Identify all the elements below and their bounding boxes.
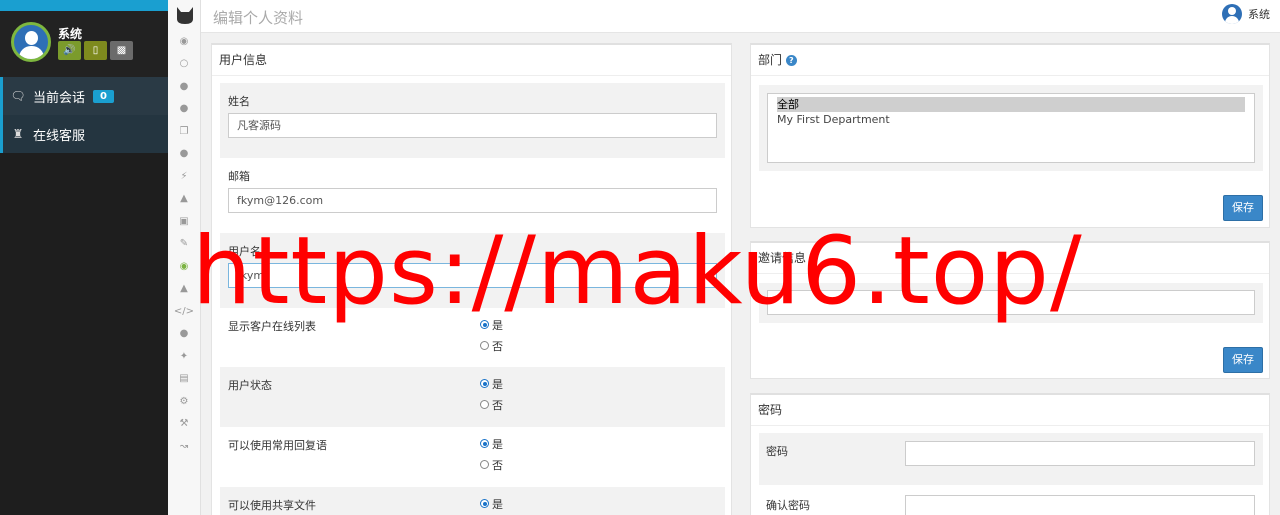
wrench-icon[interactable]: ⚒ xyxy=(168,413,200,436)
option-label: 显示客户在线列表 xyxy=(228,320,316,333)
volume-icon[interactable]: 🔊 xyxy=(58,41,81,60)
invite-box xyxy=(759,283,1263,323)
users-icon[interactable]: ● xyxy=(168,323,200,346)
option-row: 显示客户在线列表 是 否 xyxy=(220,308,725,367)
radio-no[interactable]: 否 xyxy=(480,454,503,475)
code-icon[interactable]: </> xyxy=(168,300,200,323)
cat-logo-icon[interactable] xyxy=(168,0,201,30)
area-chart-icon[interactable]: ▲ xyxy=(168,278,200,301)
eye-icon[interactable]: ◉ xyxy=(168,30,200,53)
sidebar-item-online-support[interactable]: ♜ 在线客服 xyxy=(0,115,168,153)
password-field[interactable] xyxy=(905,441,1255,466)
comment-alt-icon[interactable]: ● xyxy=(168,143,200,166)
copy-icon[interactable]: ❐ xyxy=(168,120,200,143)
option-label: 用户状态 xyxy=(228,379,272,392)
profile-name: 系统 xyxy=(58,27,83,41)
department-box: 全部 My First Department xyxy=(759,85,1263,171)
top-header: 编辑个人资料 系统 xyxy=(201,0,1280,33)
option-label: 可以使用常用回复语 xyxy=(228,439,327,452)
bolt-icon[interactable]: ⚡ xyxy=(168,165,200,188)
radio-group: 是 否 xyxy=(480,373,503,415)
chat-bubble-icon[interactable]: ○ xyxy=(168,53,200,76)
department-heading: 部门 xyxy=(758,53,783,67)
avatar xyxy=(1222,4,1242,24)
confirm-password-row: 确认密码 xyxy=(759,485,1263,515)
pencil-icon[interactable]: ✎ xyxy=(168,233,200,256)
radio-group: 是 否 xyxy=(480,314,503,356)
radio-yes[interactable]: 是 xyxy=(480,433,503,454)
keyboard-icon[interactable]: ▤ xyxy=(168,368,200,391)
department-panel: 部门 ? 全部 My First Department 保存 xyxy=(750,43,1270,228)
username-field[interactable]: fkym xyxy=(228,263,717,288)
name-label: 姓名 xyxy=(228,95,250,108)
icon-strip: ◉ ○ ● ● ❐ ● ⚡ ▲ ▣ ✎ ◉ ▲ </> ● ✦ ▤ ⚙ ⚒ ↝ xyxy=(168,0,201,515)
bank-icon[interactable]: ▣ xyxy=(168,210,200,233)
panel-title: 部门 ? xyxy=(751,45,1269,76)
invite-field[interactable] xyxy=(767,290,1255,315)
sidebar-item-current-sessions[interactable]: 🗨 当前会话 0 xyxy=(0,77,168,115)
password-label: 密码 xyxy=(766,445,788,458)
gear-icon[interactable]: ⚙ xyxy=(168,390,200,413)
radio-group: 是 xyxy=(480,493,503,514)
name-field[interactable]: 凡客源码 xyxy=(228,113,717,138)
username-row: 用户名 fkym xyxy=(220,233,725,308)
username-label: 用户名 xyxy=(228,245,261,258)
save-department-button[interactable]: 保存 xyxy=(1223,195,1263,221)
confirm-password-label: 确认密码 xyxy=(766,499,810,512)
avatar[interactable] xyxy=(11,22,51,62)
radio-group: 是 否 xyxy=(480,433,503,475)
sidebar-top-accent xyxy=(0,0,168,11)
user-info-panel: 用户信息 姓名 凡客源码 邮箱 fkym@126.com 用户名 fkym 显示… xyxy=(211,43,732,515)
scrollbar[interactable] xyxy=(1246,98,1252,158)
radio-no[interactable]: 否 xyxy=(480,394,503,415)
user-secret-icon: ♜ xyxy=(12,127,24,141)
user-name: 系统 xyxy=(1248,8,1270,21)
department-select[interactable]: 全部 My First Department xyxy=(767,93,1255,163)
profile-block: 系统 🔊 ▯ ▩ xyxy=(0,11,168,77)
radio-no[interactable]: 否 xyxy=(480,335,503,356)
comment-icon[interactable]: ● xyxy=(168,75,200,98)
panel-title: 邀请信息 xyxy=(751,243,1269,274)
name-row: 姓名 凡客源码 xyxy=(220,83,725,158)
panel-title: 密码 xyxy=(751,395,1269,426)
department-option[interactable]: My First Department xyxy=(777,112,1245,127)
line-chart-icon[interactable]: ↝ xyxy=(168,435,200,458)
option-label: 可以使用共享文件 xyxy=(228,499,316,512)
department-option[interactable]: 全部 xyxy=(777,97,1245,112)
email-row: 邮箱 fkym@126.com xyxy=(220,158,725,233)
password-row: 密码 xyxy=(759,433,1263,485)
page-title: 编辑个人资料 xyxy=(213,9,304,27)
email-label: 邮箱 xyxy=(228,170,250,183)
radio-yes[interactable]: 是 xyxy=(480,314,503,335)
magic-icon[interactable]: ✦ xyxy=(168,345,200,368)
option-row: 用户状态 是 否 xyxy=(220,367,725,427)
user-circle-icon[interactable]: ◉ xyxy=(168,255,200,278)
confirm-password-field[interactable] xyxy=(905,495,1255,515)
radio-yes[interactable]: 是 xyxy=(480,493,503,514)
panel-title: 用户信息 xyxy=(212,45,731,76)
profile-buttons: 🔊 ▯ ▩ xyxy=(58,41,133,60)
option-row: 可以使用共享文件 是 xyxy=(220,487,725,515)
chat-icon: 🗨 xyxy=(10,89,26,103)
user-menu[interactable]: 系统 xyxy=(1222,4,1270,24)
invite-panel: 邀请信息 保存 xyxy=(750,241,1270,379)
password-panel: 密码 密码 确认密码 xyxy=(750,393,1270,515)
sidebar-item-label: 在线客服 xyxy=(33,128,86,144)
comments-icon[interactable]: ▩ xyxy=(110,41,133,60)
save-invite-button[interactable]: 保存 xyxy=(1223,347,1263,373)
session-count-badge: 0 xyxy=(93,89,114,103)
mobile-icon[interactable]: ▯ xyxy=(84,41,107,60)
email-field[interactable]: fkym@126.com xyxy=(228,188,717,213)
radio-yes[interactable]: 是 xyxy=(480,373,503,394)
option-row: 可以使用常用回复语 是 否 xyxy=(220,427,725,487)
left-sidebar: 系统 🔊 ▯ ▩ 🗨 当前会话 0 ♜ 在线客服 xyxy=(0,0,168,515)
help-icon[interactable]: ? xyxy=(785,55,797,66)
android-icon[interactable]: ▲ xyxy=(168,188,200,211)
sidebar-item-label: 当前会话 xyxy=(33,90,86,106)
comments-icon[interactable]: ● xyxy=(168,98,200,121)
